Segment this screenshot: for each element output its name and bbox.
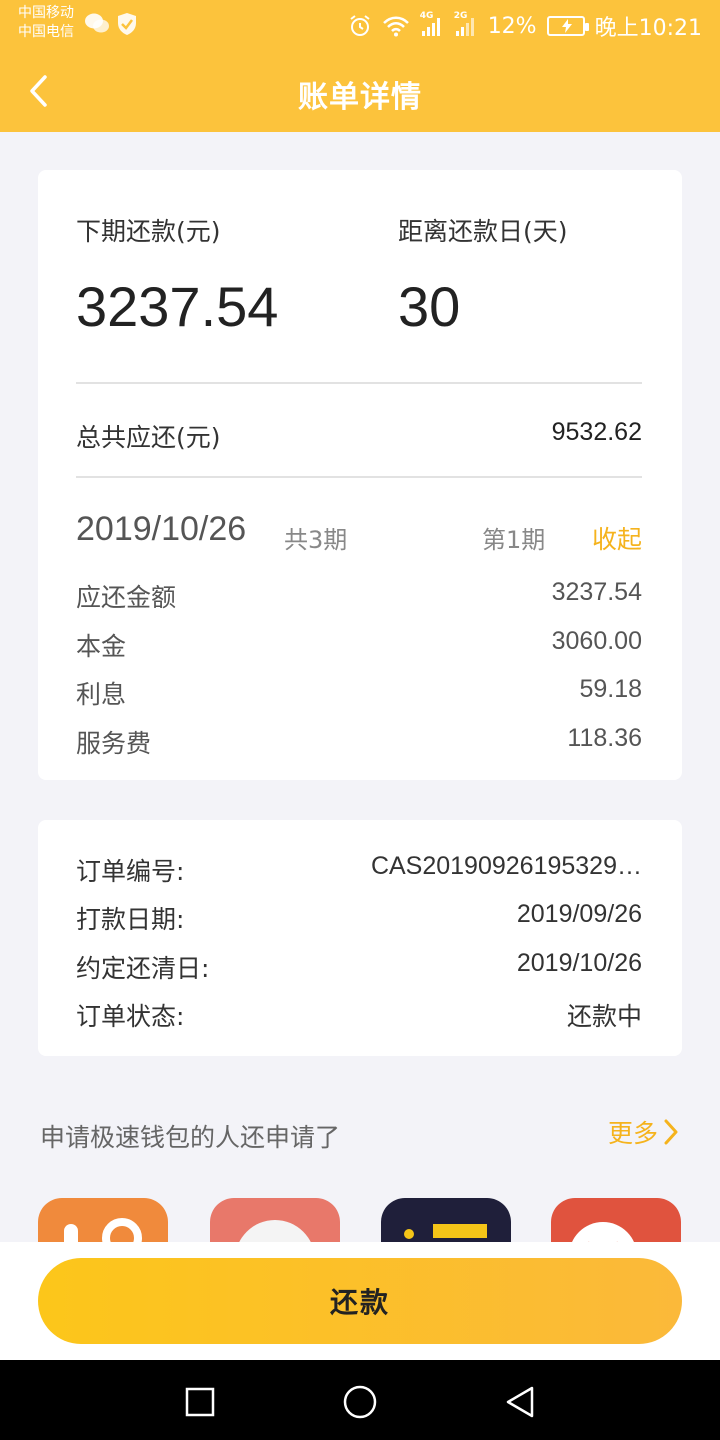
row-amount-due-label: 应还金额: [76, 583, 177, 612]
home-button[interactable]: [338, 1380, 382, 1424]
payout-date-label: 打款日期:: [76, 905, 185, 934]
recommended-app-1[interactable]: [38, 1198, 168, 1242]
collapse-button[interactable]: 收起: [592, 520, 642, 556]
carrier-2: 中国电信: [18, 24, 74, 40]
row-service-fee-label: 服务费: [76, 729, 152, 758]
page-title: 账单详情: [298, 80, 422, 115]
order-status-value: 还款中: [566, 1003, 642, 1031]
battery-percent: 12%: [487, 13, 537, 39]
app-logo-icon: [64, 1218, 142, 1242]
period-count: 共3期: [284, 526, 348, 554]
network-2g-label: 2G: [453, 11, 468, 21]
due-date-label: 约定还清日:: [76, 954, 210, 983]
next-payment-value: 3237.54: [76, 275, 279, 338]
row-principal-label: 本金: [76, 632, 127, 661]
order-number-value: CAS20190926195329…: [370, 852, 642, 880]
signal-4g-icon: 4G: [420, 11, 444, 37]
shield-check-icon: [116, 12, 138, 40]
alarm-icon: [348, 14, 372, 38]
bill-summary-card: 下期还款(元) 距离还款日(天) 3237.54 30 总共应还(元) 9532…: [38, 170, 682, 780]
chevron-right-icon: [664, 1119, 678, 1145]
period-date: 2019/10/26: [76, 510, 247, 548]
status-right: 4G 2G 12% 晚上10:21: [348, 10, 702, 42]
app-logo-icon: [404, 1224, 487, 1239]
days-left-label: 距离还款日(天): [398, 217, 568, 246]
total-due-value: 9532.62: [551, 418, 642, 446]
battery-icon: [546, 16, 589, 36]
total-due-label: 总共应还(元): [76, 423, 221, 452]
order-status-label: 订单状态:: [76, 1002, 185, 1031]
app-logo-icon: [572, 1222, 634, 1242]
status-left-icons: [84, 12, 138, 40]
next-payment-label: 下期还款(元): [76, 217, 221, 246]
nav-bar: 账单详情: [0, 50, 720, 132]
circle-icon: [343, 1385, 377, 1419]
status-bar: 中国移动 中国电信 4G 2G 12% 晚上10:21: [0, 0, 720, 50]
days-left-value: 30: [398, 275, 461, 338]
network-4g-label: 4G: [419, 11, 434, 21]
more-link[interactable]: 更多: [608, 1114, 680, 1150]
carrier-info: 中国移动 中国电信: [18, 4, 74, 42]
back-nav-button[interactable]: [498, 1380, 542, 1424]
status-time: 晚上10:21: [594, 16, 702, 41]
current-period: 第1期: [482, 526, 546, 554]
app-header: 中国移动 中国电信 4G 2G 12% 晚上10:21 账单详情: [0, 0, 720, 132]
app-logo-icon: [239, 1220, 311, 1242]
due-date-value: 2019/10/26: [516, 949, 642, 977]
row-service-fee-value: 118.36: [567, 724, 642, 752]
repay-button[interactable]: 还款: [38, 1258, 682, 1344]
row-interest-value: 59.18: [579, 675, 642, 703]
recommended-app-3[interactable]: [381, 1198, 511, 1242]
order-info-card: 订单编号: CAS20190926195329… 打款日期: 2019/09/2…: [38, 820, 682, 1056]
recommended-apps: [0, 1198, 720, 1242]
more-label: 更多: [607, 1119, 658, 1148]
order-number-label: 订单编号:: [76, 857, 185, 886]
carrier-1: 中国移动: [18, 5, 74, 21]
triangle-back-icon: [506, 1386, 534, 1418]
system-nav-bar: [0, 1360, 720, 1440]
row-principal-value: 3060.00: [551, 627, 642, 655]
payout-date-value: 2019/09/26: [516, 900, 642, 928]
bottom-action-bar: 还款: [0, 1242, 720, 1360]
row-interest-label: 利息: [76, 680, 127, 709]
wechat-icon: [84, 12, 110, 40]
signal-2g-icon: 2G: [454, 11, 478, 37]
row-amount-due-value: 3237.54: [551, 578, 642, 606]
recommend-title: 申请极速钱包的人还申请了: [40, 1123, 341, 1152]
divider: [76, 382, 642, 384]
wifi-icon: [382, 15, 410, 37]
square-icon: [185, 1387, 215, 1417]
recent-apps-button[interactable]: [178, 1380, 222, 1424]
recommended-app-4[interactable]: [551, 1198, 681, 1242]
recommended-app-2[interactable]: [210, 1198, 340, 1242]
divider: [76, 476, 642, 478]
